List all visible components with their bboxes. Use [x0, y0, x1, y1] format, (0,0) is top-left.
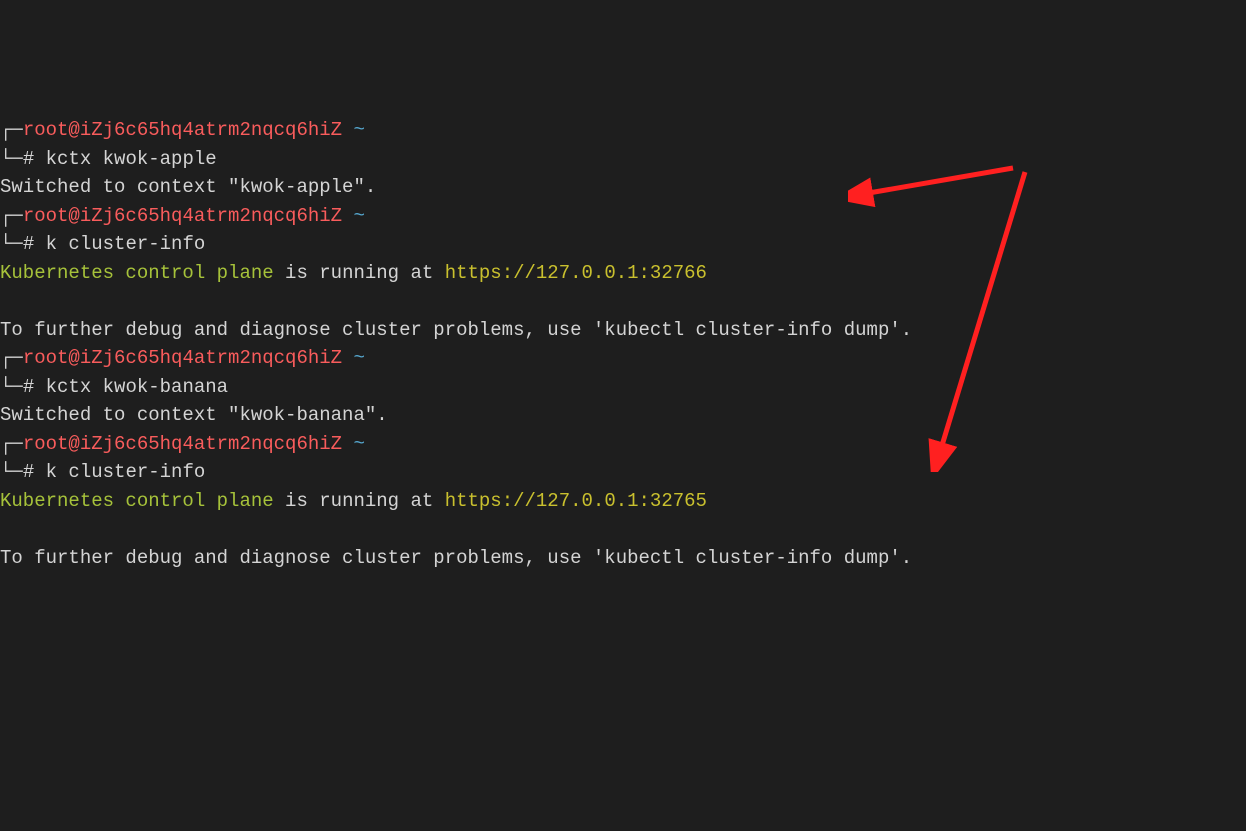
prompt-tilde: ~	[353, 347, 364, 369]
running-at-text: is running at	[274, 262, 445, 284]
command-line[interactable]: k cluster-info	[46, 461, 206, 483]
prompt-bracket-top: ┌─root@iZj6c65hq4atrm2nqcq6hiZ ~	[0, 205, 365, 227]
prompt-bracket-top: ┌─root@iZj6c65hq4atrm2nqcq6hiZ ~	[0, 433, 365, 455]
control-plane-url: https://127.0.0.1:32765	[445, 490, 707, 512]
control-plane-url: https://127.0.0.1:32766	[445, 262, 707, 284]
prompt-bracket-top: ┌─root@iZj6c65hq4atrm2nqcq6hiZ ~	[0, 119, 365, 141]
prompt-tilde: ~	[353, 119, 364, 141]
prompt-user-host: root@iZj6c65hq4atrm2nqcq6hiZ	[23, 205, 342, 227]
prompt-bracket-bottom: └─	[0, 376, 23, 398]
prompt-bracket-bottom: └─	[0, 148, 23, 170]
prompt-tilde: ~	[353, 205, 364, 227]
prompt-user-host: root@iZj6c65hq4atrm2nqcq6hiZ	[23, 347, 342, 369]
prompt-hash: #	[23, 461, 46, 483]
prompt-bracket-top: ┌─root@iZj6c65hq4atrm2nqcq6hiZ ~	[0, 347, 365, 369]
debug-line: To further debug and diagnose cluster pr…	[0, 319, 912, 341]
prompt-hash: #	[23, 233, 46, 255]
command-line[interactable]: k cluster-info	[46, 233, 206, 255]
output-line: Switched to context "kwok-banana".	[0, 404, 388, 426]
prompt-tilde: ~	[353, 433, 364, 455]
prompt-bracket-bottom: └─	[0, 233, 23, 255]
command-line[interactable]: kctx kwok-banana	[46, 376, 228, 398]
control-plane-label: Kubernetes control plane	[0, 490, 274, 512]
prompt-bracket-bottom: └─	[0, 461, 23, 483]
output-line: Switched to context "kwok-apple".	[0, 176, 376, 198]
running-at-text: is running at	[274, 490, 445, 512]
prompt-hash: #	[23, 148, 46, 170]
command-line[interactable]: kctx kwok-apple	[46, 148, 217, 170]
prompt-user-host: root@iZj6c65hq4atrm2nqcq6hiZ	[23, 433, 342, 455]
prompt-user-host: root@iZj6c65hq4atrm2nqcq6hiZ	[23, 119, 342, 141]
prompt-hash: #	[23, 376, 46, 398]
control-plane-label: Kubernetes control plane	[0, 262, 274, 284]
terminal-output: ┌─root@iZj6c65hq4atrm2nqcq6hiZ ~ └─# kct…	[0, 114, 1246, 574]
debug-line: To further debug and diagnose cluster pr…	[0, 547, 912, 569]
